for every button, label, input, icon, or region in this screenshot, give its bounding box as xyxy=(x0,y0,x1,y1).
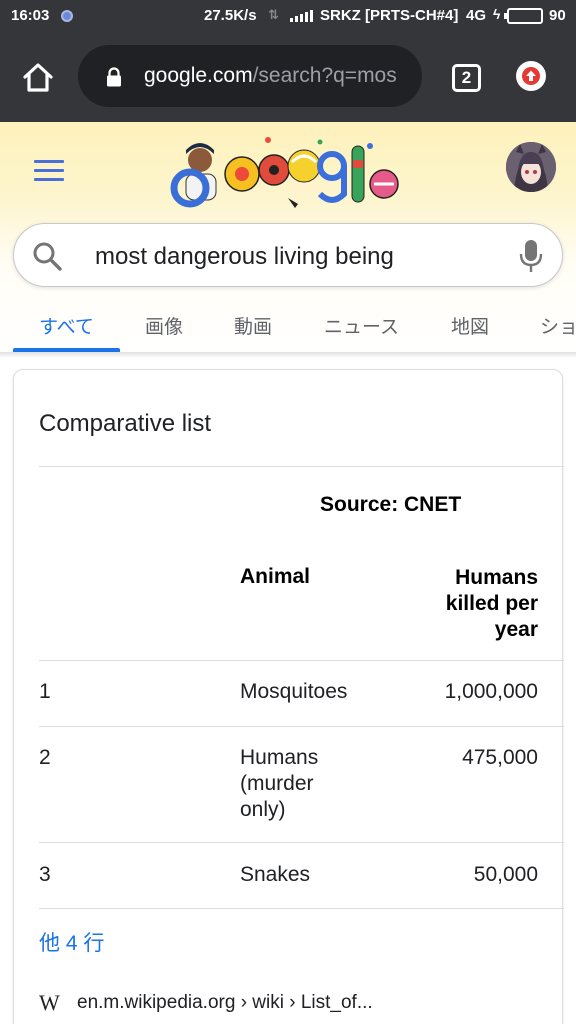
divider xyxy=(39,660,564,661)
notification-icon xyxy=(61,10,73,22)
tab-switcher-button[interactable]: 2 xyxy=(452,64,481,92)
arrow-up-icon xyxy=(522,67,540,85)
table-cell-rank: 1 xyxy=(39,680,51,703)
table-cell-animal: Snakes xyxy=(240,863,311,886)
status-carrier: SRKZ [PRTS-CH#4] xyxy=(320,7,459,24)
home-icon[interactable] xyxy=(20,60,56,96)
search-query[interactable]: most dangerous living being xyxy=(95,243,394,271)
search-box[interactable]: most dangerous living being xyxy=(13,223,563,287)
tab-news[interactable]: ニュース xyxy=(324,312,399,339)
table-cell-rank: 3 xyxy=(39,863,51,886)
charging-icon: ϟ xyxy=(493,6,501,22)
url-host: google.com xyxy=(144,64,253,87)
tab-shopping[interactable]: ショ xyxy=(540,312,576,339)
tab-all[interactable]: すべて xyxy=(39,312,94,339)
status-bar: 16:03 27.5K/s ⇅ SRKZ [PRTS-CH#4] 4G ϟ 90 xyxy=(0,0,576,32)
address-bar[interactable]: google.com/search?q=mos xyxy=(78,45,422,107)
column-header-killed: Humans killed per year xyxy=(445,566,538,641)
wikipedia-icon: W xyxy=(39,990,60,1015)
source-citation-link[interactable]: en.m.wikipedia.org › wiki › List_of... xyxy=(77,992,373,1014)
divider xyxy=(39,842,564,843)
table-cell-killed: 475,000 xyxy=(462,746,538,769)
signal-icon xyxy=(290,10,313,22)
url-text: google.com/search?q=mos xyxy=(144,64,408,88)
tab-maps[interactable]: 地図 xyxy=(451,312,489,339)
divider xyxy=(39,908,564,909)
url-path: /search?q=mos xyxy=(252,64,397,87)
data-transfer-icon: ⇅ xyxy=(268,7,279,22)
tab-shadow xyxy=(0,352,576,358)
table-source: Source: CNET xyxy=(320,493,462,516)
status-network: 4G xyxy=(466,7,487,24)
menu-icon[interactable] xyxy=(34,160,64,182)
column-header-animal: Animal xyxy=(240,565,311,588)
search-tabs: すべて 画像 動画 ニュース 地図 ショ xyxy=(0,302,576,352)
table-cell-rank: 2 xyxy=(39,746,51,769)
lock-icon xyxy=(107,67,121,87)
battery-percent: 90 xyxy=(549,7,566,24)
table-cell-killed: 50,000 xyxy=(473,863,538,886)
browser-toolbar: google.com/search?q=mos 2 xyxy=(0,32,576,122)
avatar[interactable] xyxy=(506,142,556,192)
table-cell-animal: Humans (murder only) xyxy=(240,746,319,821)
search-icon[interactable] xyxy=(32,241,62,271)
google-doodle[interactable] xyxy=(170,132,408,214)
table-cell-killed: 1,000,000 xyxy=(444,680,538,703)
divider xyxy=(39,726,564,727)
google-header: most dangerous living being すべて 画像 動画 ニュ… xyxy=(0,122,576,354)
featured-snippet-card: Comparative list Source: CNET Animal Hum… xyxy=(13,369,564,1024)
card-title: Comparative list xyxy=(39,410,212,437)
more-rows-link[interactable]: 他 4 行 xyxy=(39,927,104,957)
status-time: 16:03 xyxy=(11,7,50,24)
microphone-icon[interactable] xyxy=(519,239,543,273)
battery-icon xyxy=(504,8,543,24)
update-button[interactable] xyxy=(516,61,546,91)
table-cell-animal: Mosquitoes xyxy=(240,680,348,703)
divider xyxy=(39,466,564,467)
tab-images[interactable]: 画像 xyxy=(145,312,183,339)
profile-picture xyxy=(506,142,556,192)
status-speed: 27.5K/s xyxy=(204,7,257,24)
tab-videos[interactable]: 動画 xyxy=(234,312,272,339)
